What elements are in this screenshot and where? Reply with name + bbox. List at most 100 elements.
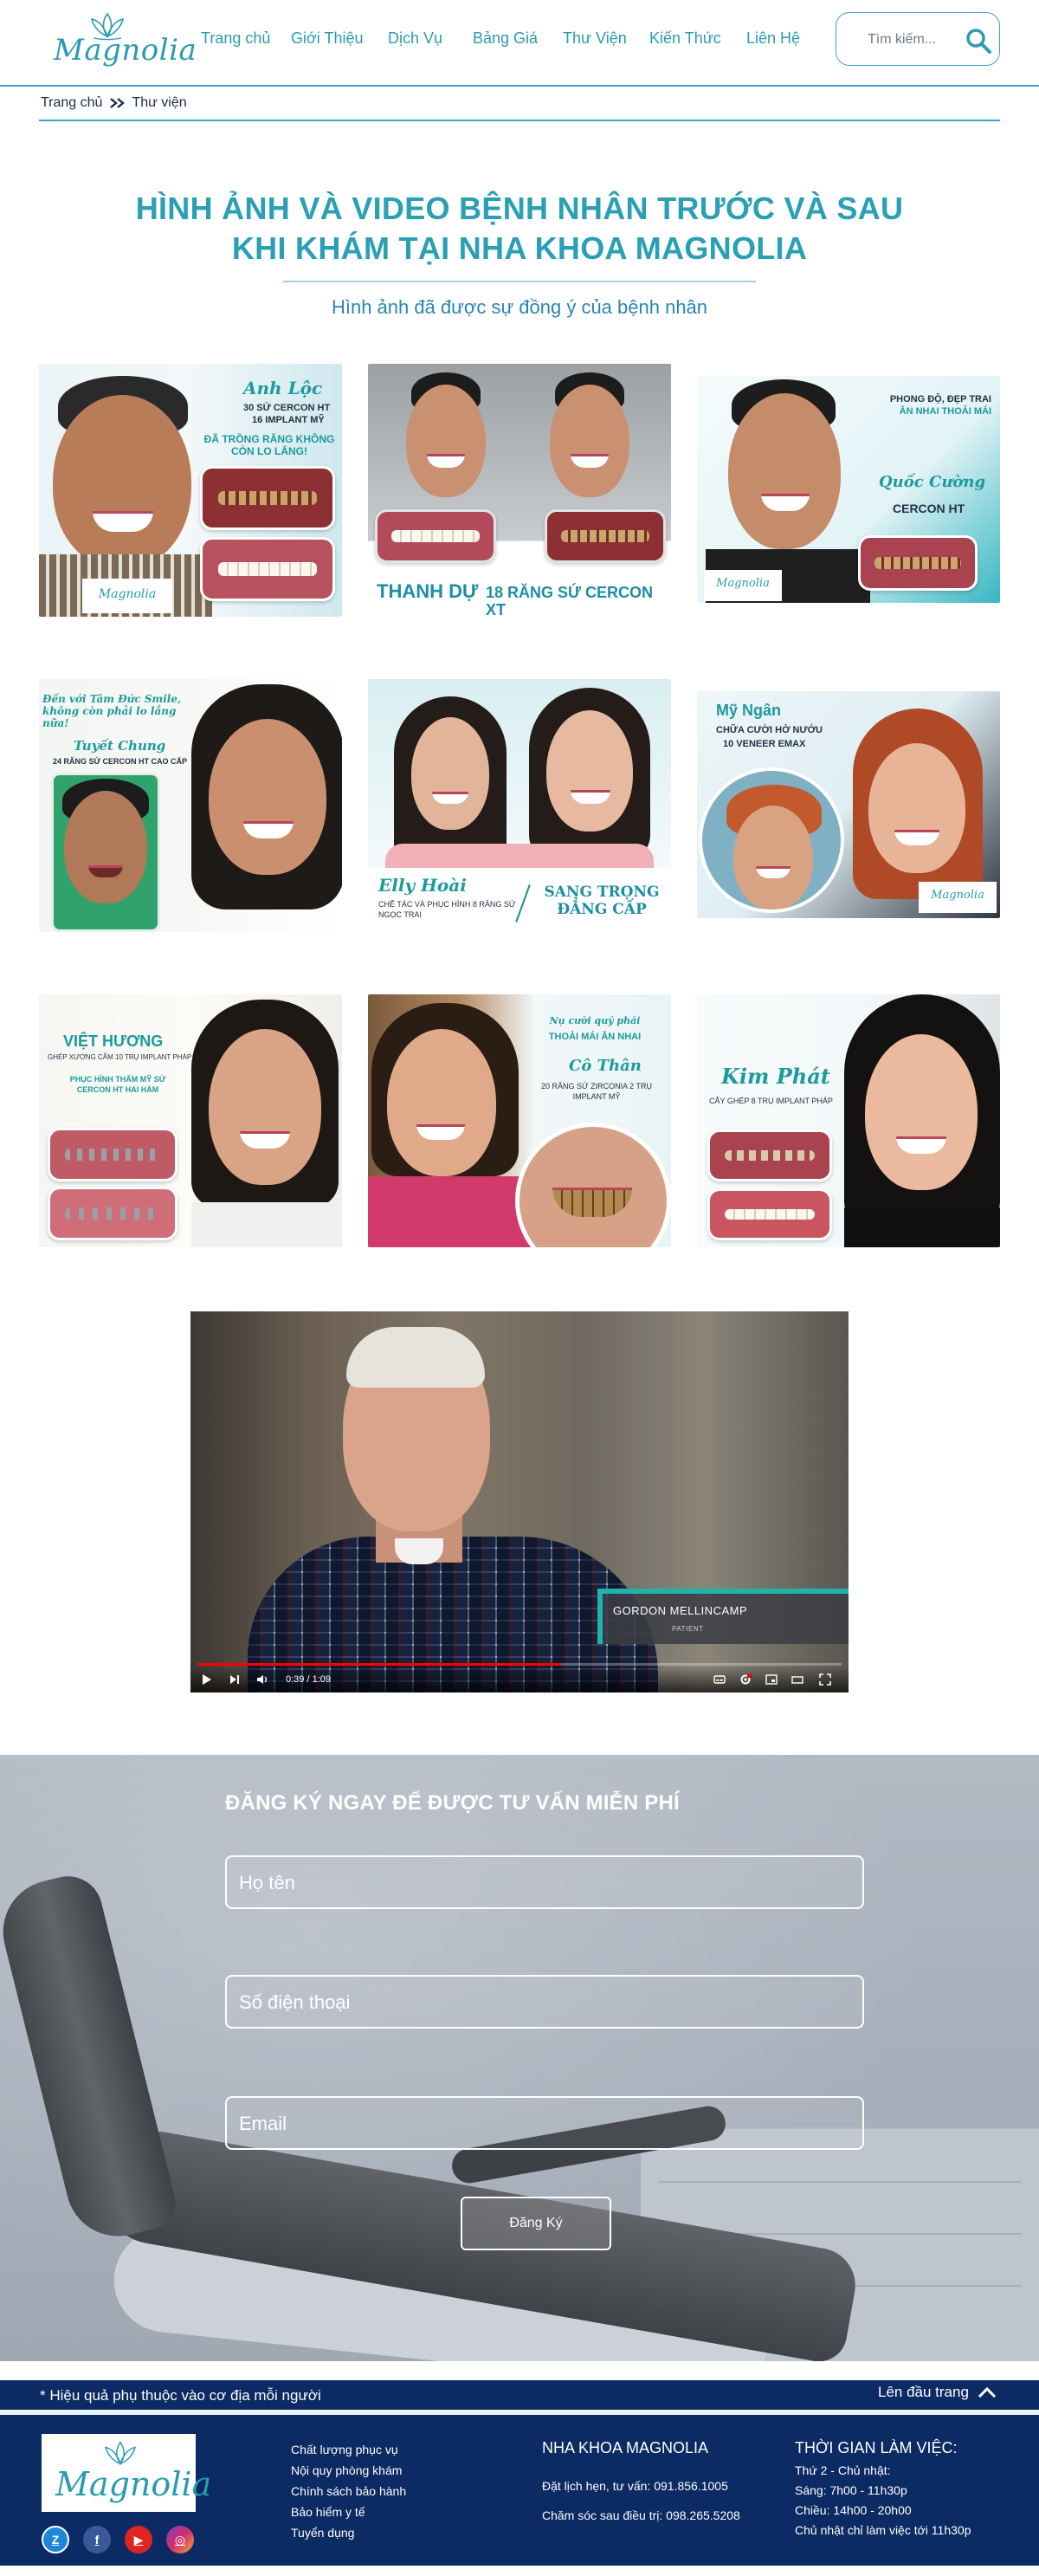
logo-text: Magnolia (54, 33, 197, 68)
fullscreen-icon[interactable] (819, 1673, 831, 1686)
teeth (874, 557, 962, 569)
gallery-item-thanh-du[interactable]: THANH DỰ 18 RĂNG SỨ CERCON XT (368, 364, 671, 617)
gallery-item-anh-loc[interactable]: Anh Lộc 30 SỨ CERCON HT 16 IMPLANT MỸ ĐÃ… (39, 364, 342, 617)
after-teeth-photo (48, 1187, 177, 1240)
nav-lien-he[interactable]: Liên Hệ (746, 29, 824, 48)
patient-face (865, 1034, 978, 1190)
treatment-caption-2: ĂN NHAI THOẢI MÁI (899, 406, 991, 417)
teeth (561, 530, 649, 542)
footer-link-health-insurance[interactable]: Bảo hiểm y tế (291, 2502, 406, 2522)
footer-link-warranty-policy[interactable]: Chính sách bảo hành (291, 2481, 406, 2502)
patient-name: Tuyết Chung (74, 738, 166, 754)
gallery-item-elly-hoai[interactable]: Elly Hoài CHẾ TÁC VÀ PHỤC HÌNH 8 RĂNG SỨ… (368, 679, 671, 932)
patient-top (844, 1207, 1000, 1247)
chevron-up-icon (978, 2386, 996, 2398)
treatment-caption-1: PHONG ĐỘ, ĐẸP TRAI (889, 394, 991, 405)
main-nav: Trang chủ Giới Thiệu Dịch Vụ Bảng Giá Th… (201, 29, 824, 48)
treatment-caption-3: 20 RĂNG SỨ ZIRCONIA 2 TRỤ IMPLANT MỸ (540, 1082, 653, 1101)
footer-link-service-quality[interactable]: Chất lượng phục vụ (291, 2439, 406, 2460)
working-days: Thứ 2 - Chủ nhật: (795, 2463, 891, 2477)
tile-logo: Magnolia (919, 882, 997, 913)
gallery-item-my-ngan[interactable]: Mỹ Ngân CHỮA CƯỜI HỞ NƯỚU 10 VENEER EMAX… (697, 691, 1000, 918)
closeup-teeth (552, 1188, 632, 1217)
treatment-caption-1: CẤY GHÉP 8 TRỤ IMPLANT PHÁP (709, 1097, 833, 1105)
footer-link-clinic-rules[interactable]: Nội quy phòng khám (291, 2460, 406, 2481)
phone-field (225, 1975, 864, 2029)
patient-face (209, 1029, 321, 1185)
video-person-role: PATIENT (672, 1625, 704, 1633)
breadcrumb-home[interactable]: Trang chủ (41, 95, 102, 111)
name-field (225, 1855, 864, 1909)
instagram-icon[interactable]: ◎ (166, 2526, 194, 2553)
youtube-icon[interactable]: ▶ (125, 2526, 152, 2553)
aftercare-phone[interactable]: Chăm sóc sau điều trị: 098.265.5208 (542, 2501, 740, 2530)
subtitles-icon[interactable] (713, 1673, 726, 1686)
email-field (225, 2096, 864, 2150)
after-teeth-photo (858, 535, 978, 591)
gallery-item-tuyet-chung[interactable]: Đến với Tâm Đức Smile, không còn phải lo… (39, 679, 342, 932)
video-lower-third: GORDON MELLINCAMP PATIENT (597, 1589, 849, 1644)
page-title: HÌNH ẢNH VÀ VIDEO BỆNH NHÂN TRƯỚC VÀ SAU… (0, 189, 1039, 269)
settings-icon[interactable] (739, 1673, 752, 1686)
gallery-item-viet-huong[interactable]: VIỆT HƯƠNG GHÉP XƯƠNG CẰM 10 TRỤ IMPLANT… (39, 994, 342, 1247)
nav-bang-gia[interactable]: Bảng Giá (473, 29, 563, 48)
teeth (391, 530, 480, 542)
miniplayer-icon[interactable] (765, 1673, 778, 1686)
treatment-caption-1: CHỮA CƯỜI HỞ NƯỚU (716, 725, 823, 735)
patient-face (53, 395, 191, 568)
nav-dich-vu[interactable]: Dịch Vụ (388, 29, 473, 48)
nav-trang-chu[interactable]: Trang chủ (201, 29, 291, 48)
morning-hours: Sáng: 7h00 - 11h30p (795, 2483, 907, 2497)
before-teeth-photo (545, 509, 666, 563)
magnolia-logo[interactable]: Magnolia (47, 10, 197, 68)
back-to-top-link[interactable]: Lên đầu trang (878, 2384, 997, 2401)
double-chevron-right-icon (110, 98, 126, 108)
video-person-undershirt (395, 1538, 443, 1564)
play-icon[interactable] (201, 1673, 213, 1686)
form-heading: ĐĂNG KÝ NGAY ĐỂ ĐƯỢC TƯ VẤN MIỄN PHÍ (225, 1791, 680, 1815)
phone-input[interactable] (239, 1989, 845, 2016)
search-icon[interactable] (965, 27, 992, 55)
after-teeth-photo (375, 509, 496, 563)
before-portrait (51, 773, 160, 932)
teeth (218, 490, 317, 506)
nav-thu-vien[interactable]: Thư Viện (563, 29, 649, 48)
gallery-item-quoc-cuong[interactable]: PHONG ĐỘ, ĐẸP TRAI ĂN NHAI THOẢI MÁI Quố… (697, 376, 1000, 603)
email-input[interactable] (239, 2110, 845, 2138)
nav-gioi-thieu[interactable]: Giới Thiệu (291, 29, 388, 48)
volume-icon[interactable] (256, 1673, 268, 1686)
footer-link-careers[interactable]: Tuyển dụng (291, 2522, 406, 2543)
patient-name: Kim Phát (721, 1064, 830, 1089)
zalo-icon[interactable]: Z (42, 2526, 69, 2553)
video-person-name: GORDON MELLINCAMP (613, 1604, 748, 1617)
register-button[interactable]: Đăng Ký (461, 2197, 611, 2250)
footer-logo[interactable]: Magnolia (42, 2434, 211, 2512)
video-progress-bar[interactable] (197, 1663, 842, 1666)
gallery-item-kim-phat[interactable]: Kim Phát CẤY GHÉP 8 TRỤ IMPLANT PHÁP (697, 994, 1000, 1247)
site-header: Magnolia Trang chủ Giới Thiệu Dịch Vụ Bả… (0, 0, 1039, 87)
treatment-caption-3: CERCON HT (893, 502, 965, 515)
treatment-caption-1: Nụ cười quý phái (549, 1015, 641, 1026)
patient-face-after (550, 385, 629, 497)
search-input[interactable] (868, 30, 954, 49)
gallery-item-co-than[interactable]: Nụ cười quý phái THOẢI MÁI ĂN NHAI Cô Th… (368, 994, 671, 1247)
next-icon[interactable] (229, 1673, 241, 1686)
before-after-gallery: Anh Lộc 30 SỨ CERCON HT 16 IMPLANT MỸ ĐÃ… (39, 364, 1000, 1247)
back-to-top-label: Lên đầu trang (878, 2384, 969, 2400)
testimonial-video[interactable]: GORDON MELLINCAMP PATIENT 0:39 / 1:09 (190, 1311, 849, 1693)
nav-kien-thuc[interactable]: Kiến Thức (649, 29, 746, 48)
footer-policy-links: Chất lượng phục vụ Nội quy phòng khám Ch… (291, 2439, 406, 2543)
booking-phone[interactable]: Đặt lịch hẹn, tư vấn: 091.856.1005 (542, 2471, 740, 2501)
facebook-icon[interactable]: f (83, 2526, 111, 2553)
breadcrumb: Trang chủ Thư viện (39, 87, 1000, 121)
theater-mode-icon[interactable] (791, 1673, 803, 1686)
teeth (724, 1208, 816, 1220)
site-footer: Magnolia Z f ▶ ◎ Chất lượng phục vụ Nội … (0, 2410, 1039, 2566)
footer-working-hours: THỜI GIAN LÀM VIỆC: Thứ 2 - Chủ nhật: Sá… (795, 2439, 971, 2540)
name-input[interactable] (239, 1869, 845, 1897)
notice-background: * Hiệu quả phụ thuộc vào cơ địa mỗi ngườ… (0, 2380, 1039, 2410)
working-hours-title: THỜI GIAN LÀM VIỆC: (795, 2439, 958, 2456)
before-teeth-photo (200, 466, 335, 530)
after-teeth-photo (200, 537, 335, 601)
patient-name: Anh Lộc (243, 378, 323, 398)
